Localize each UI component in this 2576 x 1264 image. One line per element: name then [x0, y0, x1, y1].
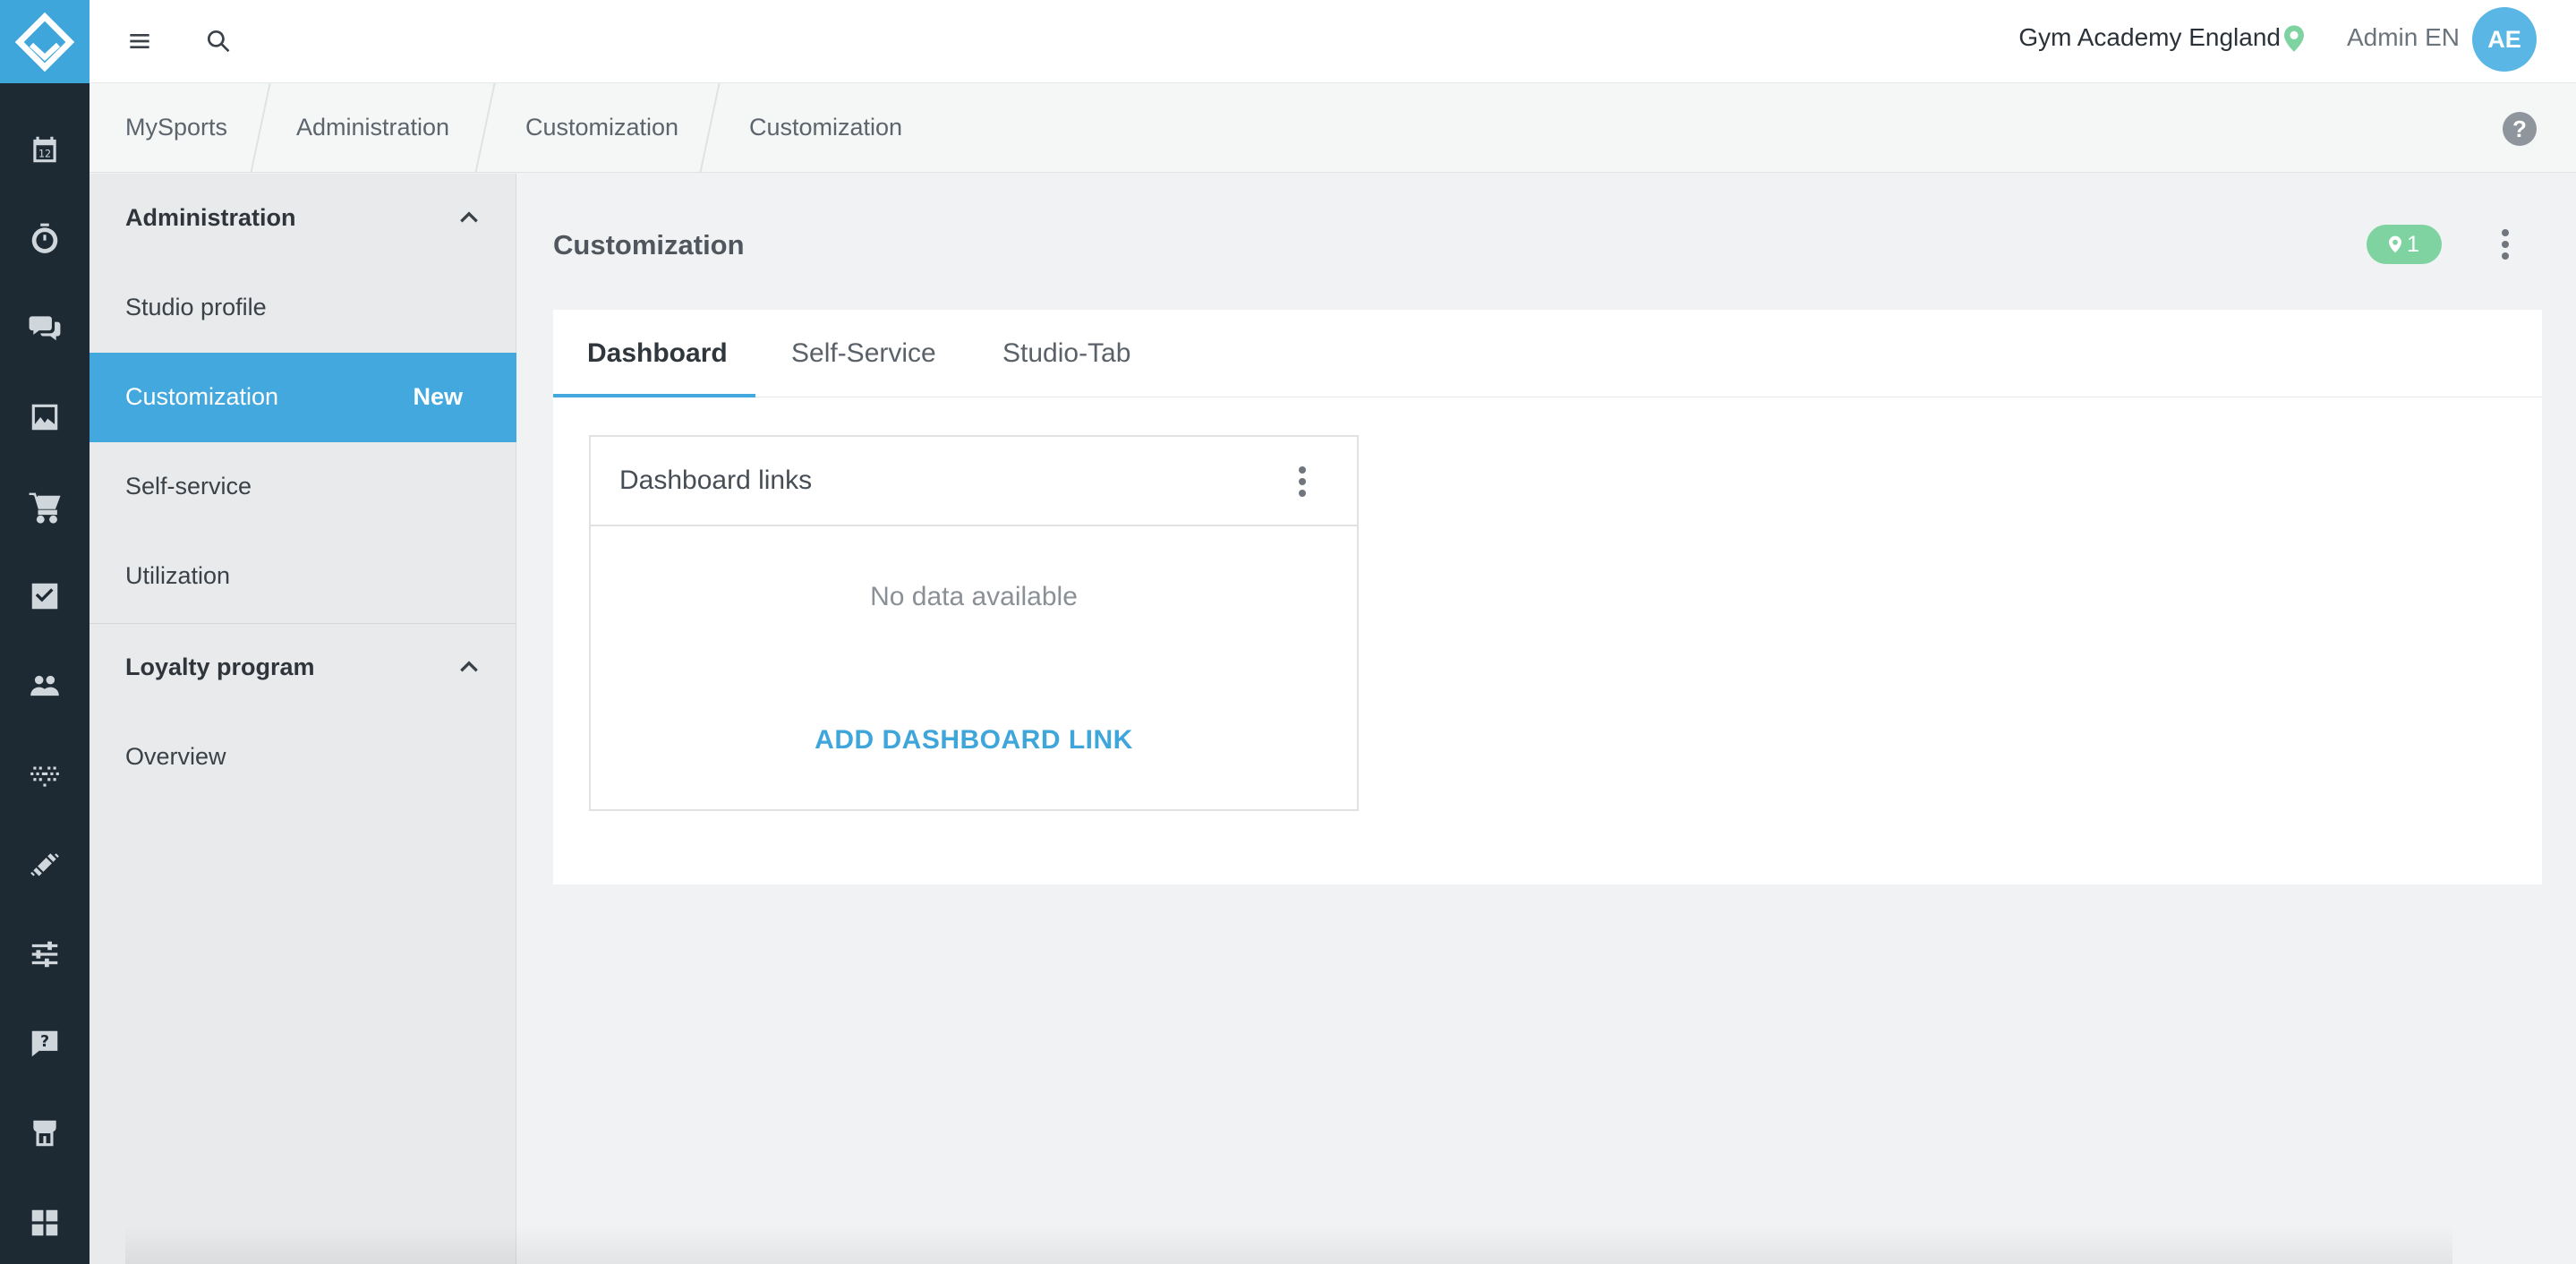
kebab-dot — [1299, 490, 1306, 497]
chat-icon[interactable] — [0, 301, 90, 354]
add-dashboard-link-button[interactable]: ADD DASHBOARD LINK — [591, 725, 1357, 756]
top-bar: Gym Academy England Admin EN AE — [90, 0, 2576, 83]
breadcrumb-item-current: Customization — [749, 114, 903, 141]
menu-button[interactable] — [118, 20, 161, 63]
breadcrumb-item-administration[interactable]: Administration — [296, 114, 449, 141]
page-title: Customization — [553, 229, 745, 260]
hamburger-icon — [130, 34, 149, 48]
location-count: 1 — [2407, 231, 2419, 257]
customization-panel: Dashboard Self-Service Studio-Tab Dashbo… — [553, 310, 2542, 884]
sidebar-item-label: Overview — [125, 743, 226, 770]
checkbox-icon[interactable] — [0, 569, 90, 623]
breadcrumb-item-customization[interactable]: Customization — [525, 114, 678, 141]
store-icon[interactable] — [0, 1106, 90, 1160]
sidebar-heading: Loyalty program — [125, 653, 315, 680]
sidebar-item-overview[interactable]: Overview — [90, 713, 516, 802]
sidebar-section-loyalty-program[interactable]: Loyalty program — [90, 623, 516, 713]
cart-icon[interactable] — [0, 480, 90, 534]
location-pin-icon — [2389, 235, 2402, 253]
chevron-up-icon — [460, 211, 478, 223]
bottom-shadow — [125, 1226, 2452, 1264]
app-logo[interactable] — [0, 0, 90, 83]
kebab-dot — [2502, 252, 2509, 260]
breadcrumb-item-mysports[interactable]: MySports — [125, 114, 227, 141]
calendar-icon[interactable]: 12 — [0, 123, 90, 176]
sliders-icon[interactable] — [0, 927, 90, 981]
breadcrumb: MySports Administration Customization Cu… — [90, 83, 2576, 173]
logo-icon — [14, 12, 75, 72]
sidebar-item-label: Utilization — [125, 562, 231, 589]
tab-studio-tab[interactable]: Studio-Tab — [1002, 338, 1130, 369]
kebab-dot — [2502, 229, 2509, 236]
card-title: Dashboard links — [619, 465, 813, 495]
sidebar-item-label: Self-service — [125, 473, 252, 500]
sidebar-item-label: Studio profile — [125, 294, 267, 320]
kebab-dot — [1299, 466, 1306, 474]
stopwatch-icon[interactable] — [0, 212, 90, 266]
breadcrumb-separator — [474, 83, 496, 173]
sidebar-item-customization[interactable]: Customization New — [90, 353, 516, 442]
help-icon[interactable]: ? — [2503, 112, 2537, 146]
breadcrumb-separator — [250, 83, 271, 173]
image-icon[interactable] — [0, 390, 90, 444]
sidebar-heading: Administration — [125, 204, 296, 231]
svg-text:?: ? — [40, 1033, 49, 1051]
tab-bar: Dashboard Self-Service Studio-Tab — [553, 310, 2542, 397]
tab-dashboard[interactable]: Dashboard — [587, 338, 728, 369]
sidebar-item-self-service[interactable]: Self-service — [90, 442, 516, 532]
help-chat-icon[interactable]: ? — [0, 1017, 90, 1071]
search-button[interactable] — [197, 20, 240, 63]
chevron-up-icon — [460, 661, 478, 672]
avatar[interactable]: AE — [2472, 7, 2537, 72]
tab-self-service[interactable]: Self-Service — [791, 338, 936, 369]
dashboard-links-card: Dashboard links No data available ADD DA… — [589, 435, 1359, 811]
kebab-dot — [2502, 241, 2509, 248]
heart-rate-icon[interactable] — [0, 748, 90, 802]
sidebar: Administration Studio profile Customizat… — [90, 174, 516, 1264]
group-icon[interactable] — [0, 659, 90, 713]
card-more-menu-button[interactable] — [1289, 462, 1316, 501]
svg-text:12: 12 — [38, 149, 51, 160]
active-tab-indicator — [553, 394, 755, 397]
location-count-badge[interactable]: 1 — [2367, 225, 2442, 264]
dumbbell-icon[interactable] — [0, 838, 90, 892]
new-badge: New — [413, 383, 463, 410]
breadcrumb-separator — [699, 83, 721, 173]
sidebar-section-administration[interactable]: Administration — [90, 174, 516, 263]
page-more-menu-button[interactable] — [2492, 225, 2519, 264]
sidebar-item-utilization[interactable]: Utilization — [90, 532, 516, 621]
search-icon — [207, 30, 230, 53]
location-pin-icon — [2284, 25, 2304, 52]
kebab-dot — [1299, 478, 1306, 485]
empty-state-text: No data available — [870, 582, 1078, 611]
sidebar-item-label: Customization — [125, 383, 279, 410]
studio-name[interactable]: Gym Academy England — [2018, 23, 2281, 52]
icon-rail: 12 ? — [0, 0, 90, 1264]
user-name[interactable]: Admin EN — [2347, 23, 2460, 52]
card-header: Dashboard links — [591, 437, 1357, 526]
grid-icon[interactable] — [0, 1196, 90, 1250]
sidebar-item-studio-profile[interactable]: Studio profile — [90, 263, 516, 353]
